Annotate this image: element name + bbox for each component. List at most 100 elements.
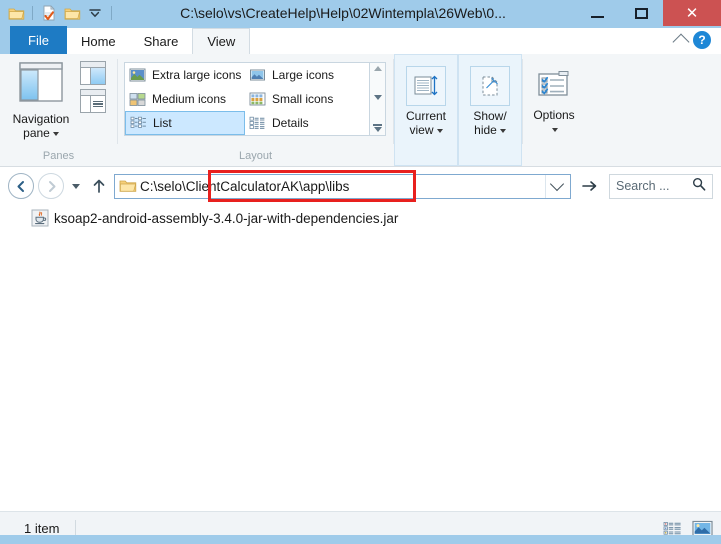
layout-item-label: Large icons bbox=[272, 68, 335, 82]
layout-item-extra-large-icons[interactable]: Extra large icons bbox=[125, 63, 245, 87]
new-folder-icon[interactable] bbox=[62, 3, 82, 23]
address-bar: C:\selo\ClientCalculatorAK\app\libs Sear… bbox=[0, 167, 721, 205]
layout-group-label: Layout bbox=[238, 150, 273, 162]
details-pane-left bbox=[81, 96, 91, 112]
status-separator bbox=[75, 520, 77, 536]
chevron-down-icon bbox=[436, 128, 443, 133]
more-layouts-icon[interactable] bbox=[373, 124, 382, 132]
title-bar: C:\selo\vs\CreateHelp\Help\02Wintempla\2… bbox=[0, 0, 721, 26]
ribbon-group-panes: Navigation pane Panes bbox=[0, 54, 117, 166]
layout-item-label: List bbox=[153, 116, 172, 130]
list-icon bbox=[130, 115, 147, 131]
address-input[interactable]: C:\selo\ClientCalculatorAK\app\libs bbox=[114, 173, 571, 199]
small-icons-icon bbox=[249, 91, 266, 107]
window-bottom-edge bbox=[0, 535, 721, 544]
tab-share[interactable]: Share bbox=[129, 28, 193, 54]
navigation-pane-label: Navigation pane bbox=[12, 112, 70, 140]
search-input[interactable]: Search ... bbox=[609, 173, 713, 199]
tab-home[interactable]: Home bbox=[66, 28, 130, 54]
ribbon-group-show-hide: Show/hide bbox=[458, 54, 522, 166]
ribbon-group-layout: Extra large icons Large icons Medium ico… bbox=[118, 54, 393, 166]
caption-buttons: ✕ bbox=[575, 0, 721, 26]
chevron-down-icon bbox=[52, 131, 59, 136]
close-button[interactable]: ✕ bbox=[663, 0, 721, 26]
layout-item-label: Extra large icons bbox=[152, 68, 242, 82]
layout-scroll-buttons bbox=[370, 62, 386, 136]
current-view-label: Current view bbox=[405, 109, 446, 137]
navigation-pane-icon bbox=[16, 61, 66, 110]
ribbon-tab-strip: File Home Share View ? bbox=[0, 26, 721, 54]
show-hide-button[interactable]: Show/hide bbox=[463, 63, 517, 137]
ribbon-tab-right-controls: ? bbox=[665, 28, 717, 52]
ribbon: Navigation pane Panes Extra large icons … bbox=[0, 54, 721, 167]
layout-item-label: Medium icons bbox=[152, 92, 227, 106]
quick-access-toolbar bbox=[0, 0, 115, 26]
search-icon bbox=[692, 177, 706, 196]
list-item[interactable]: ksoap2-android-assembly-3.4.0-jar-with-d… bbox=[1, 205, 398, 231]
explorer-window: C:\selo\vs\CreateHelp\Help\02Wintempla\2… bbox=[0, 0, 721, 544]
recent-locations-button[interactable] bbox=[68, 183, 84, 189]
details-icon bbox=[249, 115, 266, 131]
chevron-down-icon bbox=[72, 183, 80, 189]
properties-icon[interactable] bbox=[39, 3, 59, 23]
details-pane-button[interactable] bbox=[80, 89, 106, 113]
pane-mini-buttons bbox=[80, 59, 106, 113]
options-group-label bbox=[523, 162, 585, 166]
tab-strip-filler bbox=[250, 28, 721, 54]
refresh-button[interactable] bbox=[575, 173, 605, 199]
layout-item-list[interactable]: List bbox=[125, 111, 245, 135]
folder-icon bbox=[119, 178, 137, 194]
forward-button[interactable] bbox=[38, 173, 64, 199]
quick-access-separator bbox=[32, 6, 33, 20]
show-hide-group-label bbox=[459, 161, 521, 165]
chevron-down-icon bbox=[552, 127, 559, 132]
minimize-button[interactable] bbox=[575, 0, 619, 26]
search-placeholder: Search ... bbox=[616, 179, 670, 193]
large-icons-icon bbox=[249, 67, 266, 83]
item-count: 1 item bbox=[24, 520, 60, 536]
minimize-icon bbox=[590, 15, 604, 18]
preview-pane-button[interactable] bbox=[80, 61, 106, 85]
navigation-pane-button[interactable]: Navigation pane bbox=[4, 59, 78, 140]
java-jar-icon bbox=[31, 209, 49, 227]
folder-icon[interactable] bbox=[6, 3, 26, 23]
address-path-text: C:\selo\ClientCalculatorAK\app\libs bbox=[140, 178, 350, 194]
customize-quick-access-icon[interactable] bbox=[85, 3, 105, 23]
layout-item-label: Small icons bbox=[272, 92, 334, 106]
tab-view[interactable]: View bbox=[192, 28, 251, 54]
scroll-down-icon[interactable] bbox=[373, 95, 382, 100]
back-button[interactable] bbox=[8, 173, 34, 199]
current-view-button[interactable]: Current view bbox=[399, 63, 453, 137]
show-hide-icon bbox=[470, 66, 510, 106]
address-dropdown-button[interactable] bbox=[545, 174, 568, 198]
help-icon[interactable]: ? bbox=[693, 31, 711, 49]
file-name: ksoap2-android-assembly-3.4.0-jar-with-d… bbox=[54, 210, 399, 226]
options-button[interactable]: Options bbox=[527, 62, 581, 136]
chevron-down-icon bbox=[499, 128, 506, 133]
maximize-button[interactable] bbox=[619, 0, 663, 26]
file-list[interactable]: ksoap2-android-assembly-3.4.0-jar-with-d… bbox=[0, 205, 721, 511]
chevron-up-icon[interactable] bbox=[672, 33, 690, 51]
layout-item-details[interactable]: Details bbox=[245, 111, 365, 135]
tab-file[interactable]: File bbox=[10, 26, 67, 54]
medium-icons-icon bbox=[129, 91, 146, 107]
quick-access-separator-2 bbox=[111, 6, 112, 20]
up-one-level-button[interactable] bbox=[88, 178, 110, 194]
layout-item-large-icons[interactable]: Large icons bbox=[245, 63, 365, 87]
scroll-up-icon[interactable] bbox=[373, 66, 382, 71]
layout-item-small-icons[interactable]: Small icons bbox=[245, 87, 365, 111]
extra-large-icons-icon bbox=[129, 67, 146, 83]
current-view-icon bbox=[406, 66, 446, 106]
close-icon: ✕ bbox=[685, 3, 699, 22]
chevron-down-icon bbox=[549, 176, 565, 192]
show-hide-label: Show/hide bbox=[473, 109, 507, 137]
preview-pane-right bbox=[91, 68, 105, 84]
options-label: Options bbox=[533, 108, 575, 136]
panes-group-label: Panes bbox=[42, 150, 75, 162]
maximize-icon bbox=[634, 7, 648, 19]
current-view-group-label bbox=[395, 161, 457, 165]
layout-list: Extra large icons Large icons Medium ico… bbox=[124, 62, 370, 136]
ribbon-group-options: Options bbox=[523, 54, 585, 166]
layout-item-medium-icons[interactable]: Medium icons bbox=[125, 87, 245, 111]
ribbon-group-current-view: Current view bbox=[394, 54, 458, 166]
